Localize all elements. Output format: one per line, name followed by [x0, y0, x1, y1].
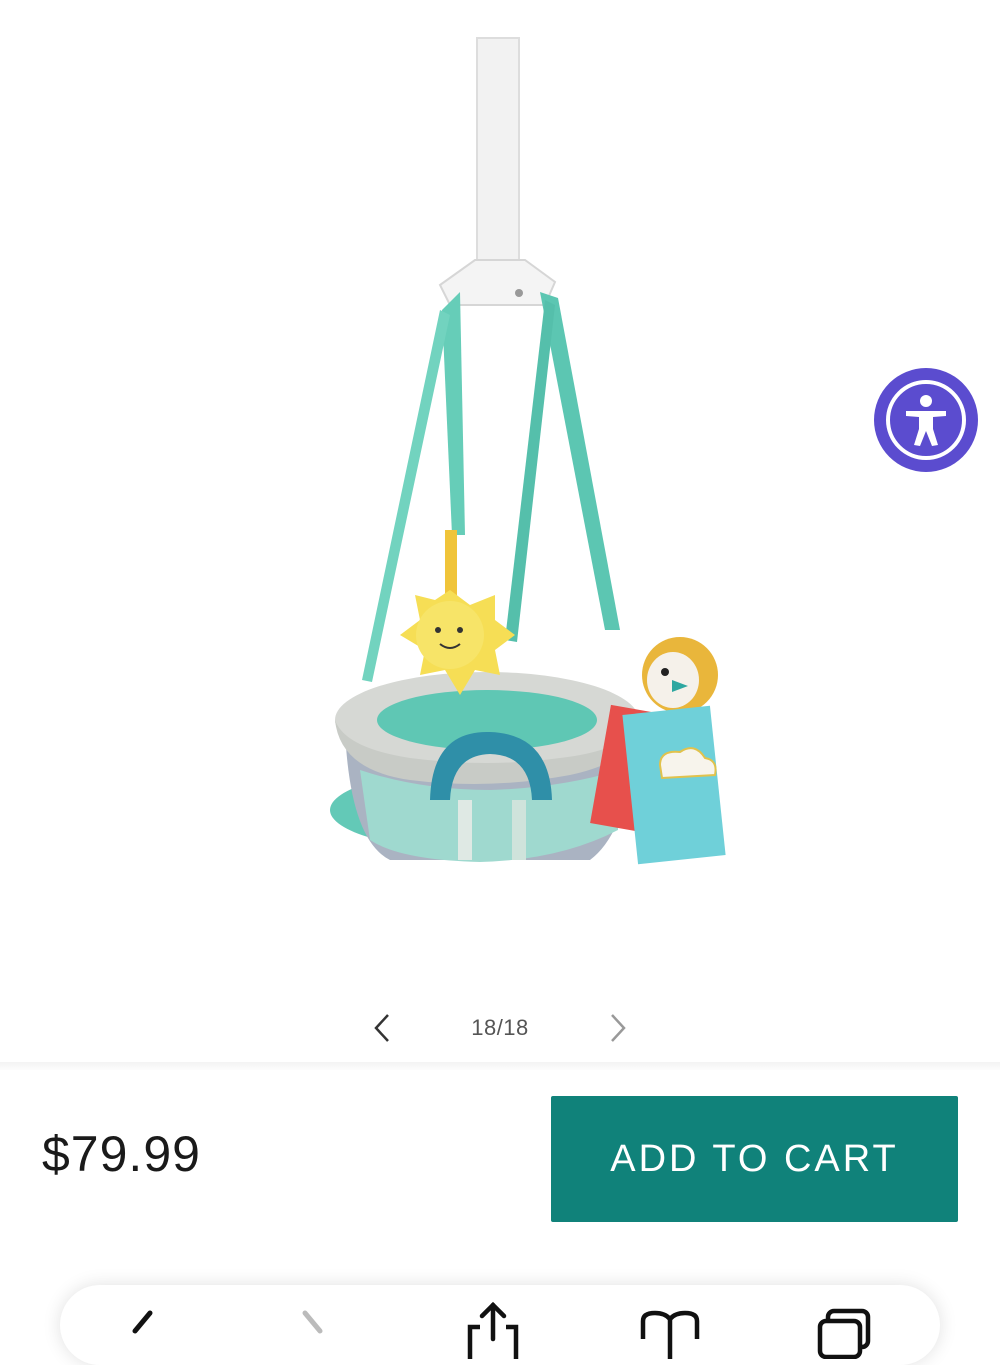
- previous-image-button[interactable]: [360, 1005, 404, 1051]
- forward-button[interactable]: [285, 1299, 355, 1359]
- bookmarks-icon: [640, 1310, 700, 1359]
- back-icon: [132, 1310, 153, 1334]
- chevron-right-icon: [611, 1014, 626, 1042]
- next-image-button[interactable]: [596, 1005, 640, 1051]
- add-to-cart-button[interactable]: ADD TO CART: [551, 1096, 958, 1222]
- browser-toolbar: [60, 1285, 940, 1365]
- back-button[interactable]: [110, 1299, 180, 1359]
- share-button[interactable]: [458, 1299, 528, 1359]
- share-icon: [467, 1301, 519, 1359]
- product-image[interactable]: [300, 30, 750, 890]
- accessibility-button[interactable]: [874, 368, 978, 472]
- product-price: $79.99: [42, 1126, 201, 1182]
- forward-icon: [302, 1310, 323, 1334]
- bookmarks-button[interactable]: [635, 1299, 705, 1359]
- accessibility-person-icon: [886, 380, 966, 460]
- tabs-button[interactable]: [810, 1299, 880, 1360]
- image-pager: 18/18: [360, 1005, 640, 1051]
- image-counter: 18/18: [471, 1015, 529, 1040]
- product-gallery: 18/18: [0, 0, 1000, 1065]
- chevron-left-icon: [374, 1014, 389, 1042]
- tabs-icon: [817, 1308, 871, 1360]
